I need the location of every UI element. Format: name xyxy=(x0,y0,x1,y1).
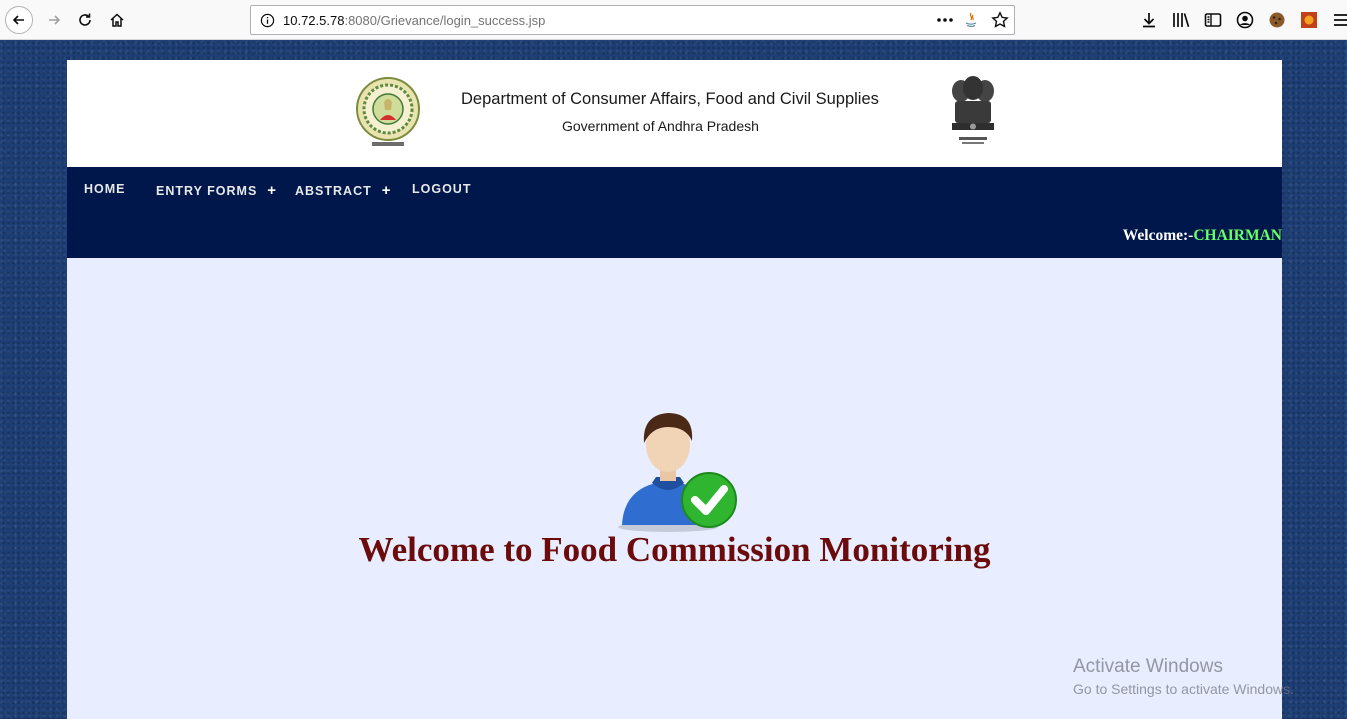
site-header: Department of Consumer Affairs, Food and… xyxy=(67,60,1282,167)
welcome-prefix: Welcome:- xyxy=(1122,227,1194,244)
account-icon[interactable] xyxy=(1235,10,1255,30)
url-text[interactable]: 10.72.5.78:8080/Grievance/login_success.… xyxy=(283,13,545,28)
menu-item-entry-forms[interactable]: ENTRY FORMS + xyxy=(156,182,277,199)
main-menu-bar: HOME ENTRY FORMS + ABSTRACT + LOGOUT Wel… xyxy=(67,167,1282,258)
download-icon[interactable] xyxy=(1139,10,1159,30)
menu-item-abstract[interactable]: ABSTRACT + xyxy=(295,182,392,199)
page-actions-icon[interactable] xyxy=(936,15,954,25)
arrow-left-icon xyxy=(12,15,24,25)
menu-item-label: ABSTRACT xyxy=(295,183,372,198)
sidebar-icon[interactable] xyxy=(1203,10,1223,30)
department-subtitle: Government of Andhra Pradesh xyxy=(562,118,759,134)
menu-item-label: HOME xyxy=(84,182,126,196)
department-title: Department of Consumer Affairs, Food and… xyxy=(461,90,879,108)
plus-icon: + xyxy=(381,182,392,199)
extension-icon[interactable] xyxy=(1299,10,1319,30)
browser-toolbar: 10.72.5.78:8080/Grievance/login_success.… xyxy=(0,0,1347,40)
activate-windows-watermark: Activate Windows Go to Settings to activ… xyxy=(1073,656,1294,697)
bookmark-star-icon[interactable] xyxy=(991,11,1009,29)
info-icon[interactable] xyxy=(260,13,275,28)
page-title: Welcome to Food Commission Monitoring xyxy=(358,530,991,569)
user-verified-avatar-icon xyxy=(618,413,737,532)
url-bar[interactable]: 10.72.5.78:8080/Grievance/login_success.… xyxy=(250,5,1015,35)
cookie-extension-icon[interactable] xyxy=(1267,10,1287,30)
url-path: :8080/Grievance/login_success.jsp xyxy=(344,13,546,28)
reload-button[interactable] xyxy=(71,6,99,34)
home-icon xyxy=(110,13,124,27)
arrow-right-icon xyxy=(49,15,61,25)
forward-button[interactable] xyxy=(40,6,68,34)
reload-icon xyxy=(79,13,91,26)
national-emblem-logo xyxy=(952,76,994,144)
menu-item-logout[interactable]: LOGOUT xyxy=(412,182,471,196)
watermark-subtitle: Go to Settings to activate Windows. xyxy=(1073,681,1294,697)
welcome-username: CHAIRMAN xyxy=(1193,227,1282,244)
menu-item-home[interactable]: HOME xyxy=(84,182,126,196)
page-container: Department of Consumer Affairs, Food and… xyxy=(67,60,1282,719)
plus-icon: + xyxy=(267,182,278,199)
watermark-title: Activate Windows xyxy=(1073,656,1223,677)
menu-item-label: LOGOUT xyxy=(412,182,472,196)
url-host: 10.72.5.78 xyxy=(283,13,345,28)
java-icon[interactable] xyxy=(963,12,979,30)
menu-item-label: ENTRY FORMS xyxy=(156,183,258,198)
back-button[interactable] xyxy=(5,6,33,34)
welcome-user-line: Welcome:-CHAIRMAN xyxy=(1123,227,1282,245)
library-icon[interactable] xyxy=(1171,10,1191,30)
home-button[interactable] xyxy=(103,6,131,34)
andhra-pradesh-emblem-logo xyxy=(356,77,420,146)
menu-icon[interactable] xyxy=(1331,10,1347,30)
